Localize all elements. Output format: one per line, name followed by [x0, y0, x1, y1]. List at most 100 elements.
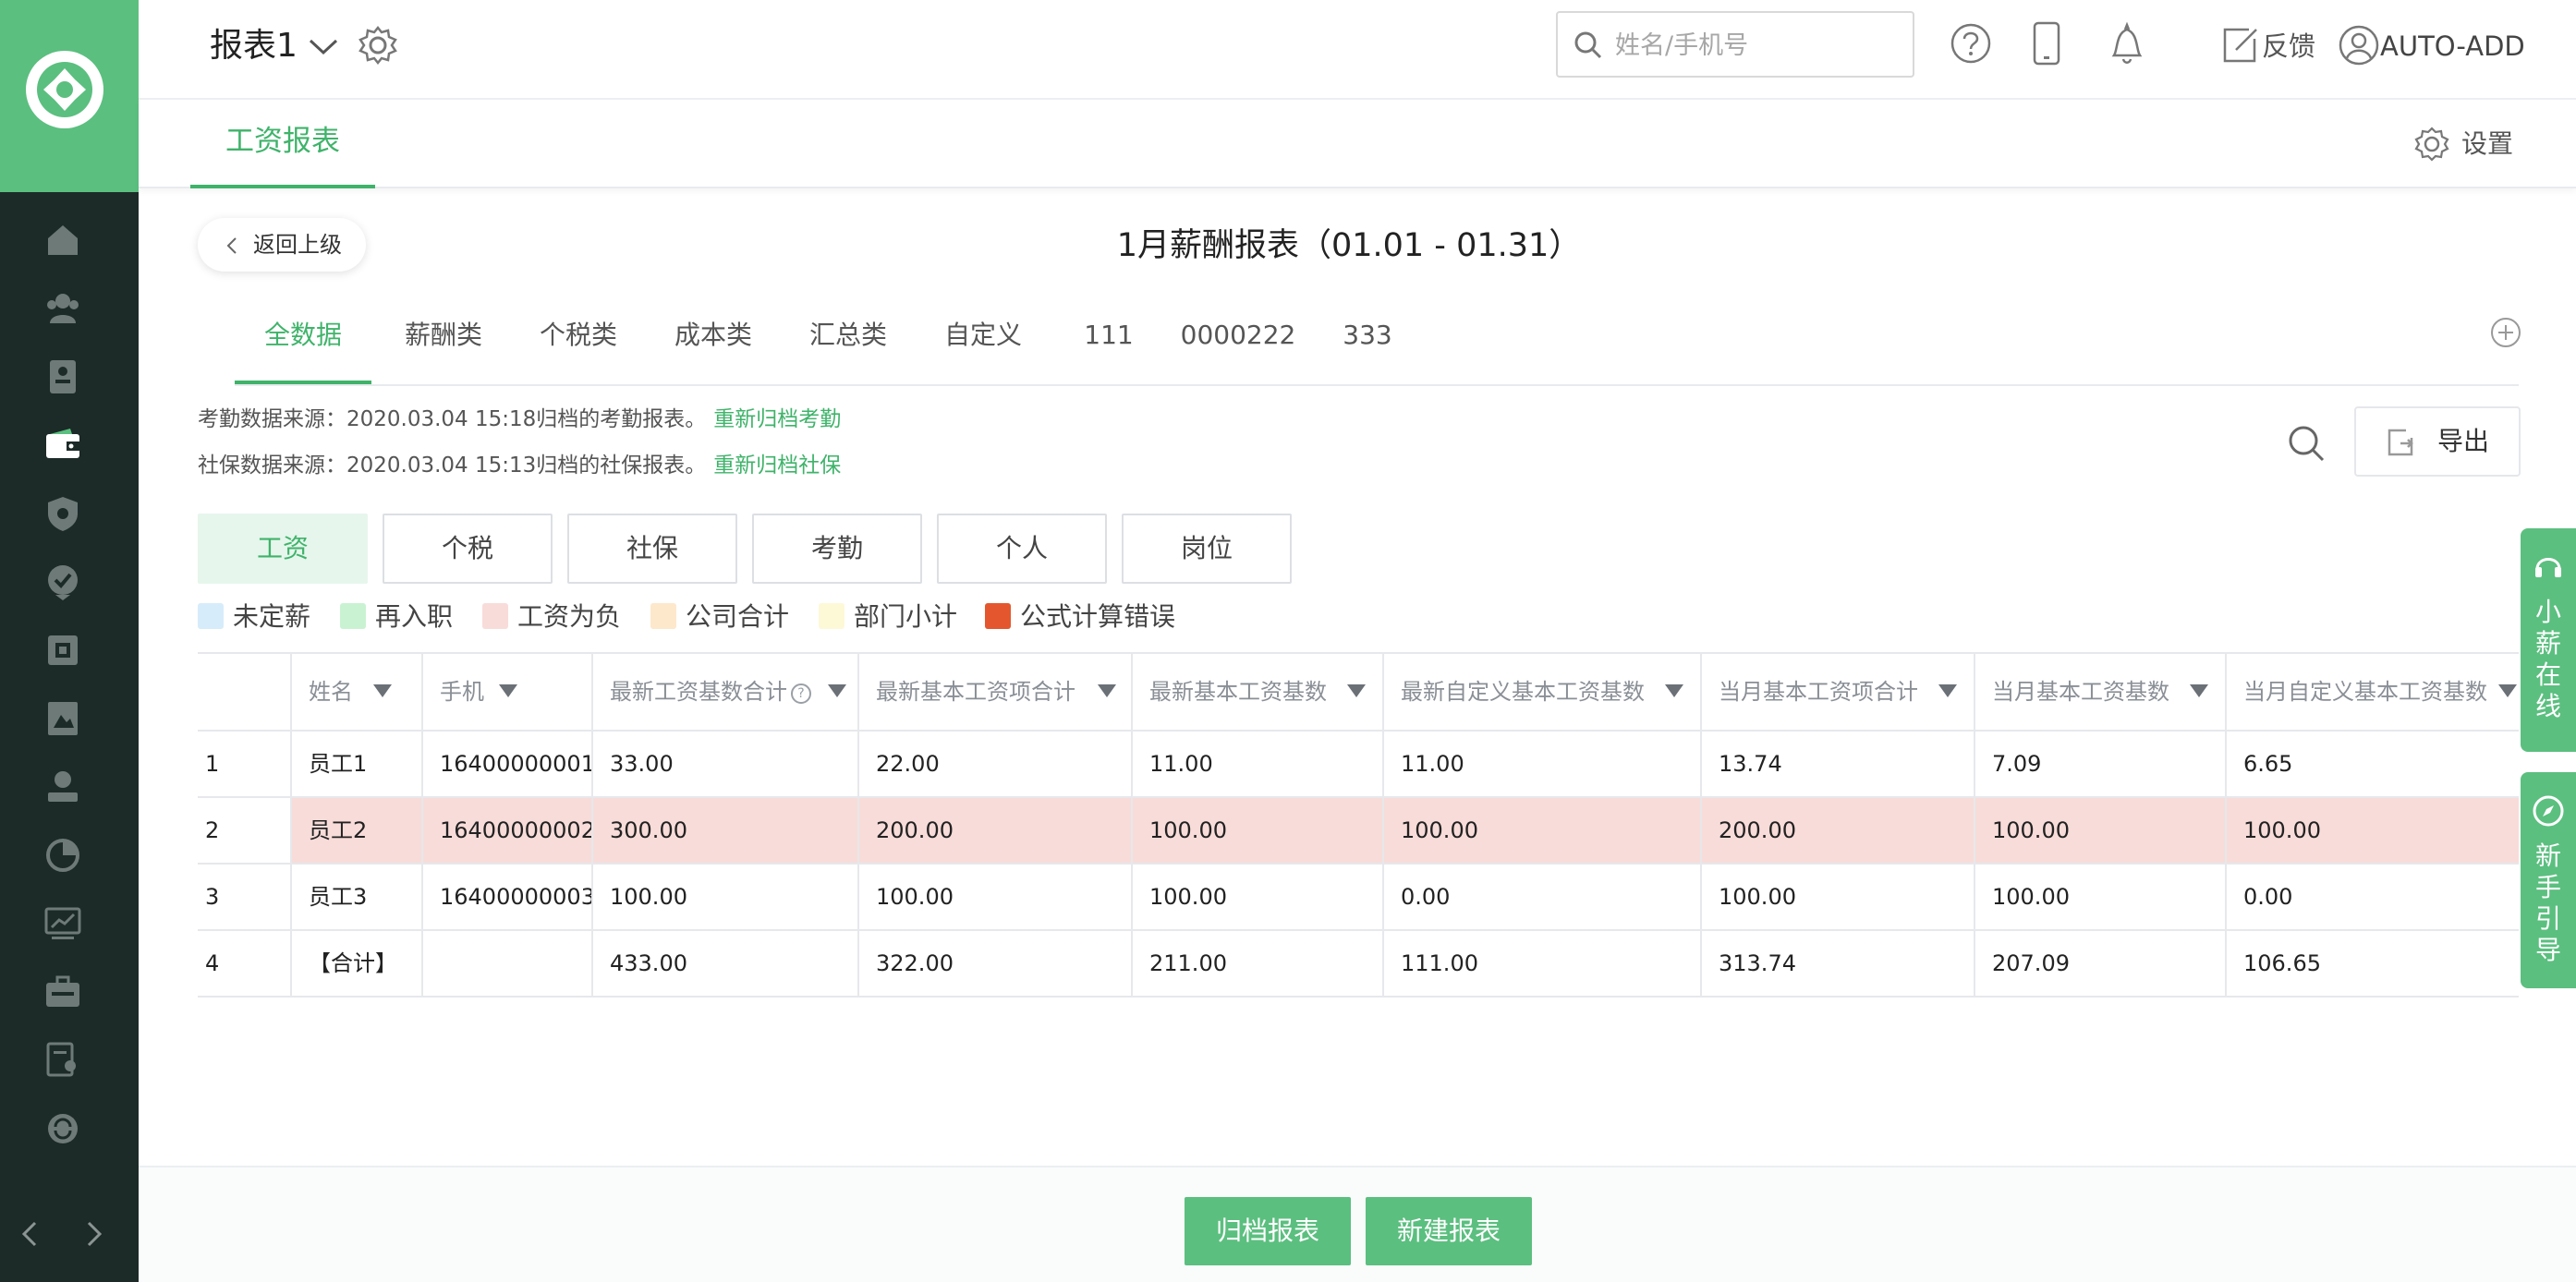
personnel-icon[interactable]: [43, 767, 83, 807]
user-name[interactable]: AUTO-ADD: [2380, 28, 2525, 65]
user-records-icon[interactable]: [43, 1040, 83, 1081]
help-circle-icon[interactable]: ?: [791, 683, 811, 704]
sync-icon[interactable]: [43, 1108, 83, 1149]
statistics-pie-icon[interactable]: [43, 835, 83, 876]
approval-check-icon[interactable]: [43, 562, 83, 602]
filter-income-tax[interactable]: 个税: [383, 514, 553, 584]
tab-summary[interactable]: 汇总类: [802, 296, 894, 384]
filter-arrow-icon[interactable]: [373, 684, 392, 697]
filter-arrow-icon[interactable]: [828, 684, 846, 697]
back-button[interactable]: 返回上级: [198, 218, 366, 272]
table-cell: 16400000001: [423, 732, 593, 796]
table-cell: 11.00: [1133, 732, 1384, 796]
social-security-shield-icon[interactable]: [43, 493, 83, 534]
filter-arrow-icon[interactable]: [1098, 684, 1116, 697]
table-row[interactable]: 2 员工2 16400000002 300.00 200.00 100.00 100.00 2…: [198, 798, 2519, 865]
header-month-custom-basic-base[interactable]: 当月自定义基本工资基数: [2227, 654, 2519, 730]
gear-icon[interactable]: [357, 24, 399, 67]
legend-label: 未定薪: [233, 601, 311, 632]
header-phone[interactable]: 手机: [423, 654, 593, 730]
settings-gear-icon[interactable]: [2413, 126, 2450, 163]
tab-salary[interactable]: 薪酬类: [397, 296, 490, 384]
table-cell: 100.00: [1384, 798, 1702, 863]
table-cell: 【合计】: [292, 931, 423, 996]
report-selector[interactable]: 报表1: [210, 22, 298, 70]
mobile-phone-icon[interactable]: [2031, 20, 2062, 67]
roster-icon[interactable]: [43, 357, 83, 397]
filter-attendance[interactable]: 考勤: [752, 514, 922, 584]
employees-icon[interactable]: [43, 288, 83, 329]
legend-unsalaried: 未定薪: [198, 602, 310, 632]
filter-salary[interactable]: 工资: [198, 514, 368, 584]
legend-label: 部门小计: [854, 601, 958, 632]
logo-area[interactable]: [0, 0, 139, 192]
table-cell: 433.00: [593, 931, 859, 996]
header-month-basic-items-total[interactable]: 当月基本工资项合计: [1702, 654, 1975, 730]
table-cell: 100.00: [1975, 865, 2227, 929]
table-search-icon[interactable]: [2286, 423, 2327, 464]
archive-report-button[interactable]: 归档报表: [1185, 1197, 1351, 1265]
header-latest-basic-base[interactable]: 最新基本工资基数: [1133, 654, 1384, 730]
header-latest-custom-basic-base[interactable]: 最新自定义基本工资基数: [1384, 654, 1702, 730]
legend-swatch: [985, 603, 1011, 629]
chevron-down-icon[interactable]: [307, 35, 340, 57]
table-cell: 300.00: [593, 798, 859, 863]
collapse-left-icon[interactable]: [17, 1217, 44, 1251]
filter-personal[interactable]: 个人: [937, 514, 1107, 584]
table-cell: 100.00: [1133, 865, 1384, 929]
tab-111[interactable]: 111: [1074, 296, 1144, 384]
legend-label: 再入职: [375, 601, 454, 632]
table-cell: 员工2: [292, 798, 423, 863]
table-row[interactable]: 1 员工1 16400000001 33.00 22.00 11.00 11.00 13.74…: [198, 732, 2519, 798]
header-month-basic-base[interactable]: 当月基本工资基数: [1975, 654, 2227, 730]
feedback-edit-icon[interactable]: [2221, 26, 2260, 65]
tab-custom[interactable]: 自定义: [937, 296, 1029, 384]
settings-link[interactable]: 设置: [2461, 127, 2513, 164]
bell-icon[interactable]: [2107, 20, 2147, 67]
legend-label: 公司合计: [686, 601, 790, 632]
rearchive-social-link[interactable]: 重新归档社保: [713, 454, 841, 478]
organization-icon[interactable]: [43, 972, 83, 1012]
tab-cost[interactable]: 成本类: [667, 296, 759, 384]
attendance-icon[interactable]: [43, 630, 83, 671]
table-row[interactable]: 4 【合计】 433.00 322.00 211.00 111.00 313.74 207.0…: [198, 931, 2519, 998]
tab-all-data[interactable]: 全数据: [235, 296, 371, 384]
table-cell: 16400000002: [423, 798, 593, 863]
user-avatar-icon[interactable]: [2338, 24, 2380, 67]
expand-right-icon[interactable]: [79, 1217, 107, 1251]
header-latest-base-total[interactable]: 最新工资基数合计?: [593, 654, 859, 730]
tab-salary-report[interactable]: 工资报表: [190, 100, 375, 188]
tab-0000222[interactable]: 0000222: [1173, 296, 1303, 384]
row-index-cell: 2: [198, 798, 292, 863]
filter-arrow-icon[interactable]: [1347, 684, 1366, 697]
legend-company-total: 公司合计: [650, 602, 789, 632]
beginner-guide-tab[interactable]: 新手引导: [2521, 772, 2576, 988]
online-service-tab[interactable]: 小薪在线: [2521, 528, 2576, 752]
table-cell: 200.00: [1702, 798, 1975, 863]
salary-wallet-icon[interactable]: [43, 425, 83, 466]
home-icon[interactable]: [43, 220, 83, 260]
table-row[interactable]: 3 员工3 16400000003 100.00 100.00 100.00 0.00 100…: [198, 865, 2519, 931]
add-tab-plus-icon[interactable]: [2489, 316, 2522, 349]
new-report-button[interactable]: 新建报表: [1366, 1197, 1532, 1265]
tab-income-tax[interactable]: 个税类: [532, 296, 625, 384]
filter-social-security[interactable]: 社保: [567, 514, 737, 584]
filter-arrow-icon[interactable]: [2190, 684, 2208, 697]
search-input[interactable]: [1613, 20, 1900, 70]
legend-label: 公式计算错误: [1020, 601, 1176, 632]
tab-333[interactable]: 333: [1331, 296, 1404, 384]
filter-arrow-icon[interactable]: [499, 684, 517, 697]
export-button[interactable]: 导出: [2354, 406, 2521, 477]
filter-arrow-icon[interactable]: [1665, 684, 1683, 697]
filter-arrow-icon[interactable]: [1938, 684, 1957, 697]
reports-chart-icon[interactable]: [43, 903, 83, 944]
legend-negative-salary: 工资为负: [482, 602, 621, 632]
help-icon[interactable]: [1950, 22, 1992, 65]
header-latest-basic-items-total[interactable]: 最新基本工资项合计: [859, 654, 1133, 730]
documents-icon[interactable]: [43, 698, 83, 739]
rearchive-attendance-link[interactable]: 重新归档考勤: [713, 407, 841, 431]
feedback-link[interactable]: 反馈: [2262, 28, 2315, 65]
filter-position[interactable]: 岗位: [1122, 514, 1292, 584]
filter-arrow-icon[interactable]: [2498, 684, 2517, 697]
header-name[interactable]: 姓名: [292, 654, 423, 730]
